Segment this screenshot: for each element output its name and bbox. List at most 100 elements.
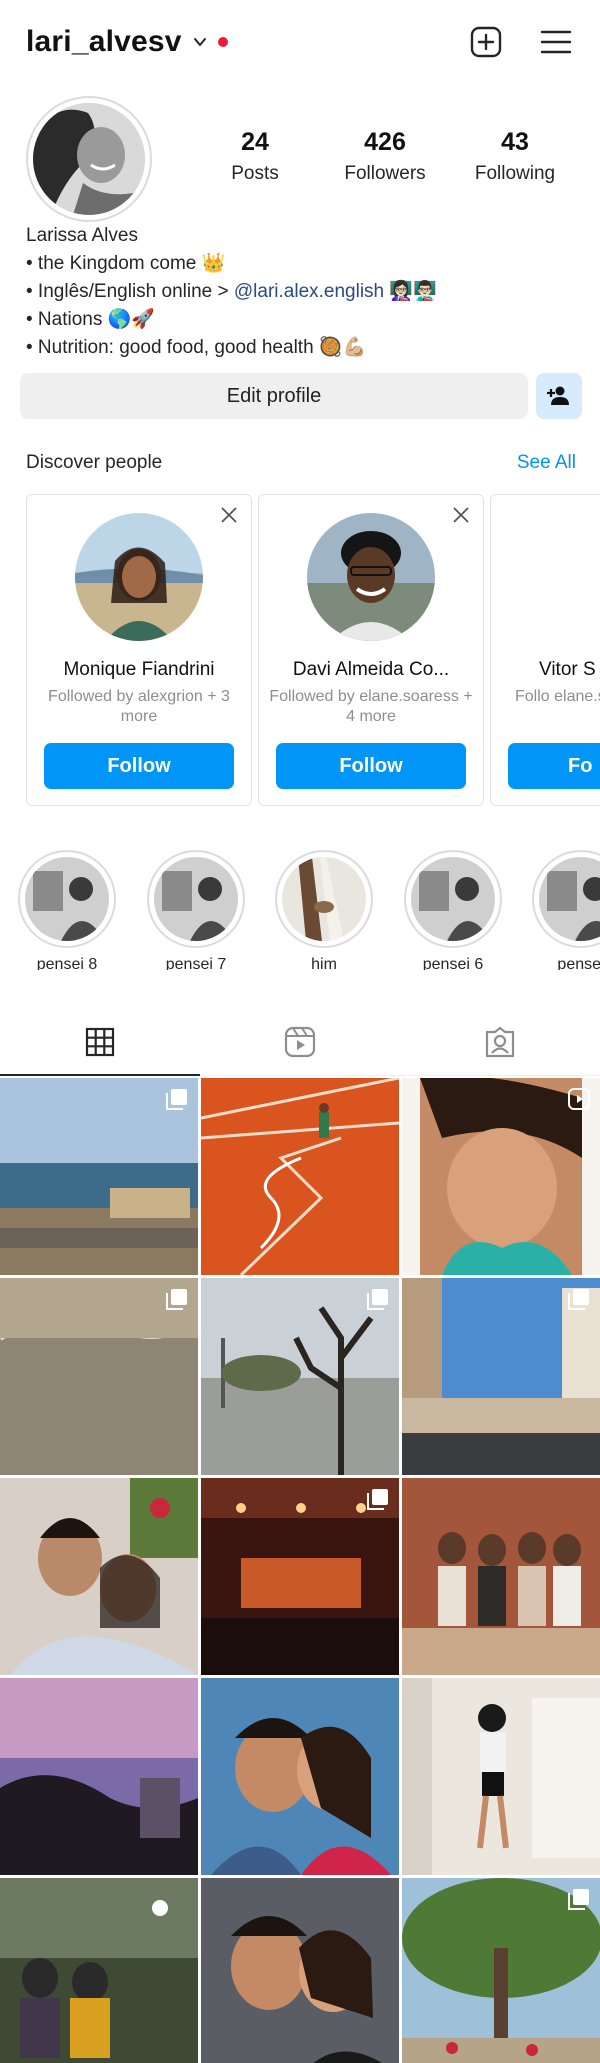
suggestion-name[interactable]: Monique Fiandrini bbox=[33, 659, 245, 681]
post-thumbnail[interactable] bbox=[402, 1878, 600, 2063]
grid-icon bbox=[85, 1027, 115, 1056]
highlight-label: pensei 8 bbox=[36, 956, 98, 970]
post-thumbnail[interactable] bbox=[0, 1078, 198, 1275]
stat-label: Followers bbox=[344, 163, 426, 184]
tagged-icon bbox=[485, 1026, 515, 1057]
highlight-label: pensei bbox=[557, 956, 600, 970]
bio-line: • the Kingdom come 👑 bbox=[26, 253, 226, 274]
bio-line-text: • Inglês/English online > bbox=[26, 281, 234, 302]
follow-button[interactable]: Fo bbox=[508, 743, 600, 789]
suggestion-card[interactable]: Davi Almeida Co... Followed by elane.soa… bbox=[258, 494, 484, 806]
post-thumbnail[interactable] bbox=[201, 1678, 399, 1875]
highlight-item[interactable]: pensei 8 bbox=[12, 850, 122, 970]
stat-value: 426 bbox=[364, 128, 406, 156]
discover-people-button[interactable] bbox=[536, 373, 582, 419]
suggestion-context: Follo elane.soare bbox=[515, 688, 600, 705]
close-icon[interactable] bbox=[451, 505, 471, 525]
bio-line: • Nutrition: good food, good health 🥘💪🏼 bbox=[26, 337, 367, 358]
highlight-cover[interactable] bbox=[147, 850, 245, 948]
see-all-link[interactable]: See All bbox=[517, 452, 576, 474]
suggestion-context: Followed by elane.soaress + 4 more bbox=[269, 688, 473, 725]
highlight-cover[interactable] bbox=[404, 850, 502, 948]
profile-stats: 24 Posts 426 Followers 43 Following bbox=[190, 128, 580, 185]
profile-actions: Edit profile bbox=[20, 373, 582, 419]
profile-bio: Larissa Alves • the Kingdom come 👑 • Ing… bbox=[26, 222, 586, 362]
new-post-icon bbox=[470, 26, 502, 58]
highlight-item[interactable]: pensei bbox=[526, 850, 600, 970]
discover-header: Discover people See All bbox=[26, 452, 576, 474]
edit-profile-button[interactable]: Edit profile bbox=[20, 373, 528, 419]
profile-tabs bbox=[0, 1008, 600, 1076]
post-thumbnail[interactable] bbox=[402, 1478, 600, 1675]
highlight-item[interactable]: him bbox=[269, 850, 379, 970]
suggestion-card[interactable]: Vitor S Follo elane.soare Fo bbox=[490, 494, 600, 806]
carousel-post-icon bbox=[568, 1289, 589, 1310]
tab-posts-grid[interactable] bbox=[0, 1008, 200, 1076]
post-thumbnail[interactable] bbox=[0, 1878, 198, 2063]
suggestion-card[interactable]: Monique Fiandrini Followed by alexgrion … bbox=[26, 494, 252, 806]
highlight-cover[interactable] bbox=[18, 850, 116, 948]
notification-dot bbox=[217, 37, 228, 47]
post-thumbnail[interactable] bbox=[0, 1478, 198, 1675]
stat-value: 24 bbox=[241, 128, 269, 156]
post-thumbnail[interactable] bbox=[201, 1278, 399, 1475]
stat-followers[interactable]: 426 Followers bbox=[320, 128, 450, 185]
reel-post-icon bbox=[568, 1088, 590, 1110]
carousel-post-icon bbox=[367, 1289, 388, 1310]
top-bar: lari_alvesv bbox=[0, 0, 600, 84]
follow-button[interactable]: Follow bbox=[44, 743, 234, 789]
profile-display-name: Larissa Alves bbox=[26, 225, 138, 246]
suggestion-avatar[interactable] bbox=[75, 513, 203, 641]
stat-label: Posts bbox=[231, 163, 279, 184]
post-thumbnail[interactable] bbox=[201, 1478, 399, 1675]
follow-button[interactable]: Follow bbox=[276, 743, 466, 789]
highlight-item[interactable]: pensei 6 bbox=[398, 850, 508, 970]
posts-grid bbox=[0, 1078, 600, 2063]
suggestion-avatar[interactable] bbox=[307, 513, 435, 641]
tab-reels[interactable] bbox=[200, 1008, 400, 1075]
tab-tagged[interactable] bbox=[400, 1008, 600, 1075]
new-post-button[interactable] bbox=[468, 24, 504, 60]
reels-icon bbox=[284, 1026, 316, 1057]
discover-carousel[interactable]: Monique Fiandrini Followed by alexgrion … bbox=[26, 494, 600, 806]
bio-mention-link[interactable]: @lari.alex.english bbox=[234, 281, 384, 302]
highlight-cover[interactable] bbox=[532, 850, 600, 948]
highlight-label: him bbox=[311, 956, 337, 970]
post-thumbnail[interactable] bbox=[402, 1678, 600, 1875]
bio-line: • Nations 🌎🚀 bbox=[26, 309, 155, 330]
suggestion-name[interactable]: Vitor S bbox=[539, 659, 600, 681]
post-thumbnail[interactable] bbox=[402, 1278, 600, 1475]
suggestion-context: Followed by alexgrion + 3 more bbox=[48, 688, 230, 725]
story-highlights[interactable]: pensei 8 pensei 7 him pensei 6 pensei bbox=[0, 850, 600, 970]
highlight-cover[interactable] bbox=[275, 850, 373, 948]
menu-icon bbox=[540, 30, 572, 54]
discover-title: Discover people bbox=[26, 452, 163, 473]
suggestion-name[interactable]: Davi Almeida Co... bbox=[265, 659, 477, 681]
carousel-post-icon bbox=[166, 1089, 187, 1110]
post-thumbnail[interactable] bbox=[0, 1278, 198, 1475]
highlight-item[interactable]: pensei 7 bbox=[141, 850, 251, 970]
highlight-label: pensei 7 bbox=[165, 956, 227, 970]
carousel-post-icon bbox=[166, 1289, 187, 1310]
bio-line-suffix: 👩🏻‍🏫👨🏻‍🏫 bbox=[384, 281, 437, 302]
profile-username[interactable]: lari_alvesv bbox=[26, 25, 182, 59]
carousel-post-icon bbox=[367, 1489, 388, 1510]
post-thumbnail[interactable] bbox=[201, 1078, 399, 1275]
top-bar-actions bbox=[468, 24, 574, 60]
post-thumbnail[interactable] bbox=[0, 1678, 198, 1875]
stat-label: Following bbox=[474, 163, 556, 184]
post-thumbnail[interactable] bbox=[201, 1878, 399, 2063]
chevron-down-icon[interactable] bbox=[192, 34, 208, 50]
menu-button[interactable] bbox=[538, 24, 574, 60]
post-thumbnail[interactable] bbox=[402, 1078, 600, 1275]
bio-line: • Inglês/English online > @lari.alex.eng… bbox=[26, 278, 586, 306]
close-icon[interactable] bbox=[219, 505, 239, 525]
highlight-label: pensei 6 bbox=[422, 956, 484, 970]
stat-posts[interactable]: 24 Posts bbox=[190, 128, 320, 185]
add-person-icon bbox=[547, 386, 569, 405]
profile-avatar[interactable] bbox=[26, 96, 152, 222]
carousel-post-icon bbox=[568, 1889, 589, 1910]
stat-following[interactable]: 43 Following bbox=[450, 128, 580, 185]
avatar-image bbox=[33, 103, 145, 215]
stat-value: 43 bbox=[501, 128, 529, 156]
